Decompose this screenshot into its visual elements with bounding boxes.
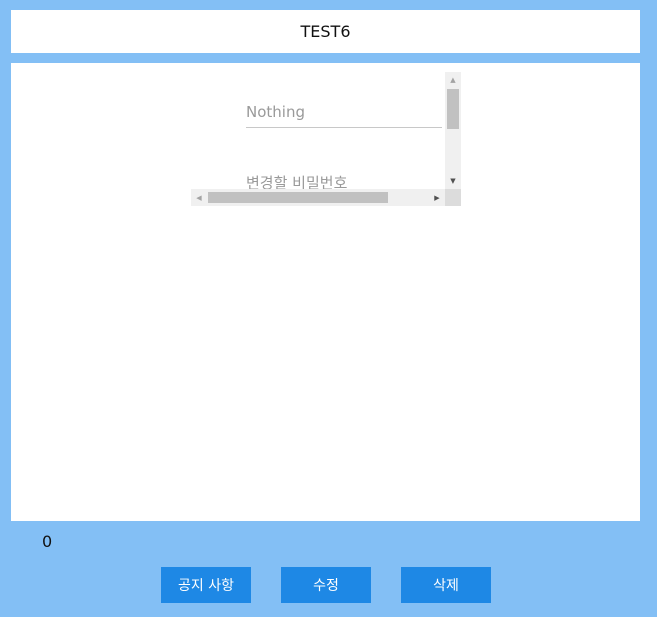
vertical-scrollbar[interactable]: ▲ ▼ bbox=[445, 72, 461, 189]
title-bar: TEST6 bbox=[11, 10, 640, 53]
item-count: 0 bbox=[42, 532, 53, 551]
vertical-scroll-thumb[interactable] bbox=[447, 89, 459, 129]
page-title: TEST6 bbox=[300, 22, 351, 41]
horizontal-scroll-thumb[interactable] bbox=[208, 192, 388, 203]
scrollbar-corner bbox=[445, 189, 461, 206]
content-panel: ▲ ▼ ◀ ▶ bbox=[11, 63, 640, 521]
scroll-up-arrow-icon[interactable]: ▲ bbox=[445, 72, 461, 88]
scroll-left-arrow-icon[interactable]: ◀ bbox=[191, 189, 207, 206]
scroll-right-arrow-icon[interactable]: ▶ bbox=[429, 189, 445, 206]
text-field[interactable] bbox=[246, 97, 442, 128]
scroll-down-arrow-icon[interactable]: ▼ bbox=[445, 173, 461, 189]
notice-button[interactable]: 공지 사항 bbox=[161, 567, 251, 603]
delete-button[interactable]: 삭제 bbox=[401, 567, 491, 603]
edit-button[interactable]: 수정 bbox=[281, 567, 371, 603]
scroll-frame[interactable]: ▲ ▼ ◀ ▶ bbox=[191, 72, 461, 206]
horizontal-scrollbar[interactable]: ◀ ▶ bbox=[191, 189, 445, 206]
